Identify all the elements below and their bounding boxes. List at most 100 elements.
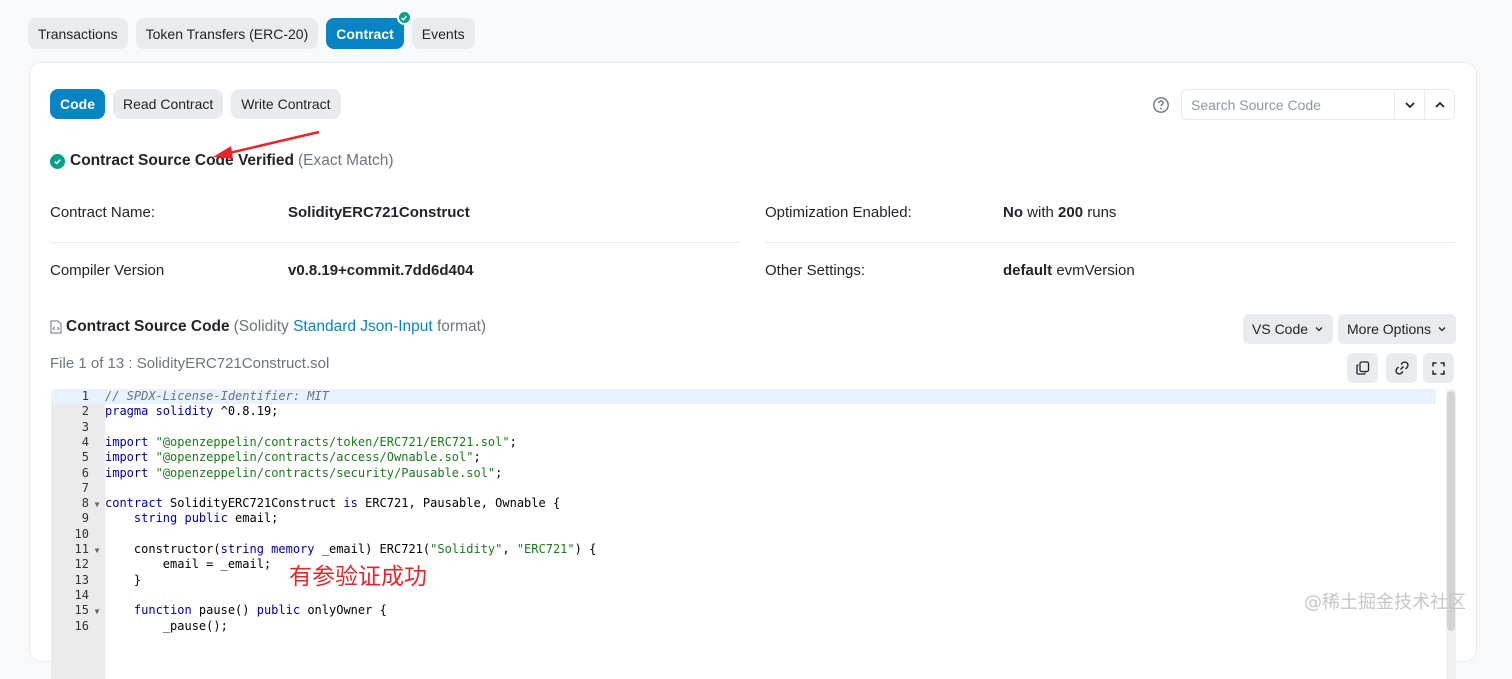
code-text: _pause(); xyxy=(162,618,228,633)
code-text: email = _email; xyxy=(162,557,272,572)
line-number: 15 xyxy=(74,603,89,618)
tab-events[interactable]: Events xyxy=(411,18,475,49)
subtab-code[interactable]: Code xyxy=(50,89,105,119)
help-icon[interactable] xyxy=(1152,96,1170,114)
code-line: 10 xyxy=(51,527,1436,542)
code-text: ) { xyxy=(574,542,597,556)
source-code-format: (Solidity Standard Json-Input format) xyxy=(234,318,486,336)
code-keyword: public xyxy=(256,603,301,618)
code-text: onlyOwner { xyxy=(300,603,387,618)
fold-arrow-icon[interactable]: ▼ xyxy=(89,604,105,619)
tab-transactions[interactable]: Transactions xyxy=(28,18,128,49)
more-options-label: More Options xyxy=(1347,321,1432,337)
code-text: SolidityERC721Construct xyxy=(162,496,344,511)
fullscreen-button[interactable] xyxy=(1423,353,1454,383)
standard-json-input-link[interactable]: Standard Json-Input xyxy=(293,318,433,335)
chevron-down-icon xyxy=(1315,327,1323,332)
code-line: 8 ▼ contract SolidityERC721Construct is ER… xyxy=(51,496,1436,511)
code-text: // SPDX-License-Identifier: MIT xyxy=(105,389,329,403)
optimization-enabled: No xyxy=(1003,204,1023,221)
expand-icon xyxy=(1432,361,1445,375)
fold-arrow-icon[interactable]: ▼ xyxy=(89,543,105,558)
code-line: 12 email = _email; xyxy=(51,557,1436,572)
verified-check-icon xyxy=(396,10,412,25)
code-line: 15 ▼ function pause() public onlyOwner { xyxy=(51,603,1436,618)
line-number: 10 xyxy=(74,526,89,541)
source-code-header: Contract Source Code (Solidity Standard … xyxy=(50,318,486,336)
compiler-version-value: v0.8.19+commit.7dd6d404 xyxy=(288,262,474,279)
contract-name-label: Contract Name: xyxy=(50,204,156,221)
code-text: pause() xyxy=(191,603,257,618)
search-prev-button[interactable] xyxy=(1424,90,1454,119)
search-input[interactable] xyxy=(1182,90,1394,119)
code-line: 4 import "@openzeppelin/contracts/token/… xyxy=(51,435,1436,450)
code-editor[interactable]: 1 // SPDX-License-Identifier: MIT 2 prag… xyxy=(51,389,1456,679)
chevron-down-icon xyxy=(1438,327,1446,332)
code-text: ; xyxy=(473,450,481,465)
top-tab-bar: Transactions Token Transfers (ERC-20) Co… xyxy=(28,10,475,49)
code-line: 11 ▼ constructor(string memory _email) ER… xyxy=(51,542,1436,557)
code-string: "@openzeppelin/contracts/access/Ownable.… xyxy=(155,450,474,465)
source-code-title: Contract Source Code xyxy=(66,318,230,335)
more-options-dropdown[interactable]: More Options xyxy=(1338,314,1457,344)
code-keyword: string public xyxy=(133,511,228,526)
code-text: constructor( xyxy=(133,542,221,556)
link-button[interactable] xyxy=(1386,353,1417,383)
line-number: 1 xyxy=(81,389,89,403)
divider xyxy=(50,242,740,243)
code-keyword: import xyxy=(105,434,149,449)
vs-code-label: VS Code xyxy=(1252,321,1309,337)
code-text: ; xyxy=(509,434,517,449)
line-number: 6 xyxy=(81,465,89,480)
divider xyxy=(765,242,1455,243)
line-number: 16 xyxy=(74,618,89,633)
subtab-read-contract[interactable]: Read Contract xyxy=(113,89,224,119)
fold-arrow-icon[interactable]: ▼ xyxy=(89,497,105,512)
contract-name-value: SolidityERC721Construct xyxy=(288,204,470,221)
search-next-button[interactable] xyxy=(1394,90,1424,119)
other-settings-value: default evmVersion xyxy=(1003,262,1135,279)
code-line: 1 // SPDX-License-Identifier: MIT xyxy=(51,389,1436,405)
code-line: 5 import "@openzeppelin/contracts/access… xyxy=(51,450,1436,465)
line-number: 5 xyxy=(81,450,89,465)
code-string: "@openzeppelin/contracts/security/Pausab… xyxy=(155,465,496,480)
tab-token-transfers[interactable]: Token Transfers (ERC-20) xyxy=(135,18,319,49)
copy-icon xyxy=(1355,361,1369,375)
optimization-with: with xyxy=(1027,204,1054,221)
file-indicator: File 1 of 13 : SolidityERC721Construct.s… xyxy=(50,355,330,372)
contract-sub-tabs: Code Read Contract Write Contract xyxy=(50,89,341,119)
code-line: 2 pragma solidity ^0.8.19; xyxy=(51,404,1436,419)
code-line: 14 xyxy=(51,588,1436,603)
optimization-value: No with 200 runs xyxy=(1003,204,1116,221)
code-line: 9 string public email; xyxy=(51,511,1436,526)
code-keyword: function xyxy=(133,603,192,618)
code-line: 16 _pause(); xyxy=(51,619,1436,634)
link-icon xyxy=(1394,361,1409,375)
editor-scrollbar[interactable] xyxy=(1446,389,1456,679)
copy-button[interactable] xyxy=(1347,353,1378,383)
code-keyword: is xyxy=(343,496,358,511)
code-line: 13 } xyxy=(51,573,1436,588)
format-suffix: format) xyxy=(437,318,487,335)
code-keyword: string memory xyxy=(220,542,315,556)
line-number: 2 xyxy=(81,404,89,419)
code-text: , xyxy=(502,542,517,556)
subtab-write-contract[interactable]: Write Contract xyxy=(231,89,341,119)
code-keyword: import xyxy=(105,450,149,465)
vs-code-dropdown[interactable]: VS Code xyxy=(1243,314,1334,344)
line-number: 13 xyxy=(74,572,89,587)
tab-contract[interactable]: Contract xyxy=(326,10,412,49)
other-settings-evm: evmVersion xyxy=(1056,262,1135,279)
chevron-up-icon xyxy=(1434,101,1445,108)
line-number: 14 xyxy=(74,587,89,602)
code-text: email; xyxy=(227,511,279,526)
line-number: 4 xyxy=(81,434,89,449)
code-text: } xyxy=(133,572,142,587)
other-settings-label: Other Settings: xyxy=(765,262,866,279)
compiler-version-label: Compiler Version xyxy=(50,262,165,279)
file-code-icon xyxy=(50,320,62,334)
watermark: @稀土掘金技术社区 xyxy=(1304,592,1466,613)
code-string: "Solidity" xyxy=(430,542,503,556)
code-string: "ERC721" xyxy=(516,542,575,556)
optimization-label: Optimization Enabled: xyxy=(765,204,912,221)
